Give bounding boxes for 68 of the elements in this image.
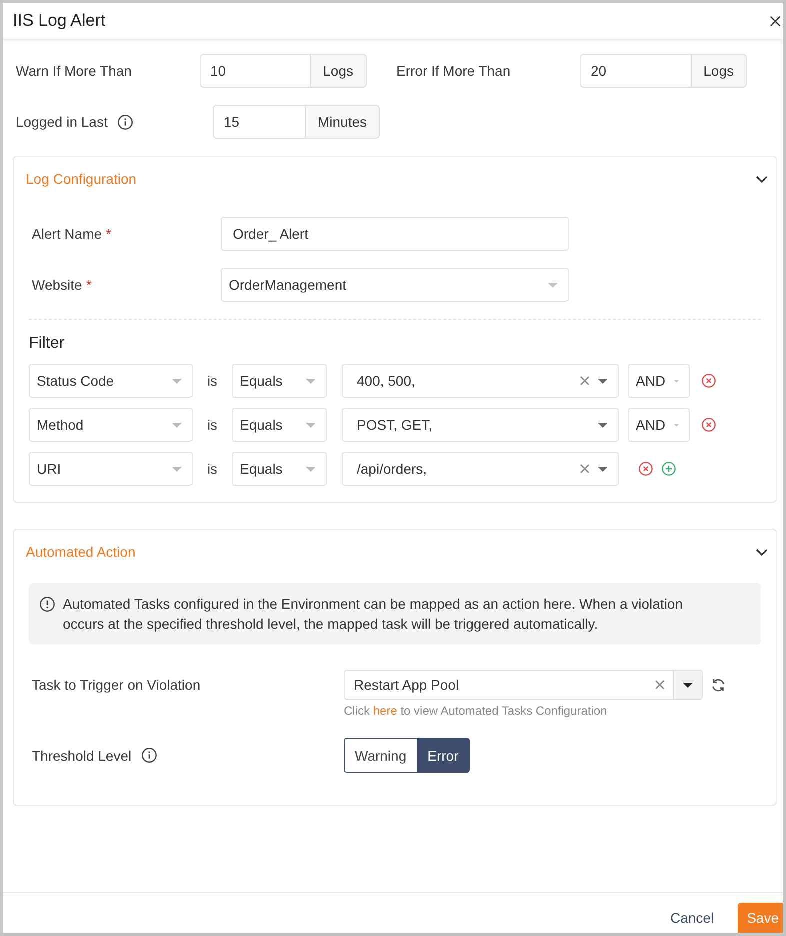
relation-text: is bbox=[206, 417, 219, 433]
field-label: Warn If More Than bbox=[16, 63, 132, 79]
section-title: Log Configuration bbox=[26, 171, 137, 187]
threshold-option[interactable]: Warning bbox=[344, 738, 418, 773]
info-icon bbox=[142, 748, 157, 763]
caret-icon bbox=[306, 466, 316, 472]
unit-label: Logs bbox=[311, 54, 366, 88]
caret-icon bbox=[683, 682, 693, 688]
value-select[interactable]: POST, GET, bbox=[342, 408, 619, 442]
unit-label: Minutes bbox=[306, 105, 380, 139]
remove-icon[interactable] bbox=[639, 462, 653, 476]
add-icon[interactable] bbox=[662, 462, 676, 476]
caret-icon bbox=[674, 378, 679, 384]
caret-icon bbox=[306, 378, 316, 384]
info-icon bbox=[118, 114, 133, 130]
caret-icon bbox=[172, 422, 182, 428]
task-select[interactable]: Restart App Pool bbox=[344, 670, 703, 700]
caret-icon bbox=[172, 466, 182, 472]
value-select[interactable]: /api/orders, bbox=[342, 452, 619, 486]
conjunction-select[interactable]: AND bbox=[628, 364, 690, 398]
unit-label: Logs bbox=[692, 54, 747, 88]
number-input[interactable]: 15 bbox=[213, 105, 306, 139]
close-icon[interactable] bbox=[770, 16, 781, 26]
required-mark: * bbox=[106, 226, 112, 242]
caret-icon bbox=[548, 282, 558, 288]
chevron-down-icon[interactable] bbox=[756, 176, 768, 182]
field-label: Task to Trigger on Violation bbox=[32, 677, 202, 693]
field-label: Logged in Last bbox=[16, 114, 108, 130]
threshold-option[interactable]: Error bbox=[418, 738, 470, 773]
section-title: Automated Action bbox=[26, 544, 136, 560]
number-input[interactable]: 10 bbox=[200, 54, 312, 88]
conjunction-select[interactable]: AND bbox=[628, 408, 690, 442]
clear-icon[interactable] bbox=[655, 680, 665, 690]
filter-title: Filter bbox=[29, 334, 66, 354]
field-select[interactable]: Status Code bbox=[29, 364, 193, 398]
operator-select[interactable]: Equals bbox=[232, 452, 327, 486]
chevron-down-icon[interactable] bbox=[756, 548, 768, 556]
field-select[interactable]: URI bbox=[29, 452, 193, 486]
remove-icon[interactable] bbox=[702, 374, 716, 388]
alert-circle-icon bbox=[40, 597, 55, 612]
caret-icon bbox=[598, 466, 608, 472]
relation-text: is bbox=[206, 373, 219, 389]
field-select[interactable]: Method bbox=[29, 408, 193, 442]
text-input[interactable]: Order_ Alert bbox=[221, 217, 569, 251]
clear-icon[interactable] bbox=[580, 464, 590, 474]
field-label: Alert Name bbox=[32, 226, 102, 242]
clear-icon[interactable] bbox=[580, 376, 590, 386]
operator-select[interactable]: Equals bbox=[232, 408, 327, 442]
caret-icon bbox=[598, 422, 608, 428]
refresh-icon[interactable] bbox=[711, 678, 726, 692]
dialog-title: IIS Log Alert bbox=[13, 11, 106, 31]
field-label: Error If More Than bbox=[396, 63, 511, 79]
operator-select[interactable]: Equals bbox=[232, 364, 327, 398]
caret-icon bbox=[306, 422, 316, 428]
caret-icon bbox=[598, 378, 608, 384]
caret-icon bbox=[674, 422, 679, 428]
field-label: Threshold Level bbox=[32, 748, 132, 764]
notice-text: Automated Tasks configured in the Environment can be mapped as an action here. When a violation occurs at the specified threshold level, the mapped task will be triggered automatically. bbox=[63, 595, 684, 634]
field-label: Website bbox=[32, 277, 82, 293]
help-text: Click here to view Automated Tasks Configuration bbox=[344, 704, 608, 718]
relation-text: is bbox=[206, 461, 219, 477]
website-select[interactable]: OrderManagement bbox=[221, 268, 569, 302]
value-select[interactable]: 400, 500, bbox=[342, 364, 619, 398]
caret-icon bbox=[172, 378, 182, 384]
number-input[interactable]: 20 bbox=[580, 54, 692, 88]
required-mark: * bbox=[86, 277, 92, 293]
cancel-button[interactable]: Cancel bbox=[658, 903, 726, 933]
remove-icon[interactable] bbox=[702, 418, 716, 432]
